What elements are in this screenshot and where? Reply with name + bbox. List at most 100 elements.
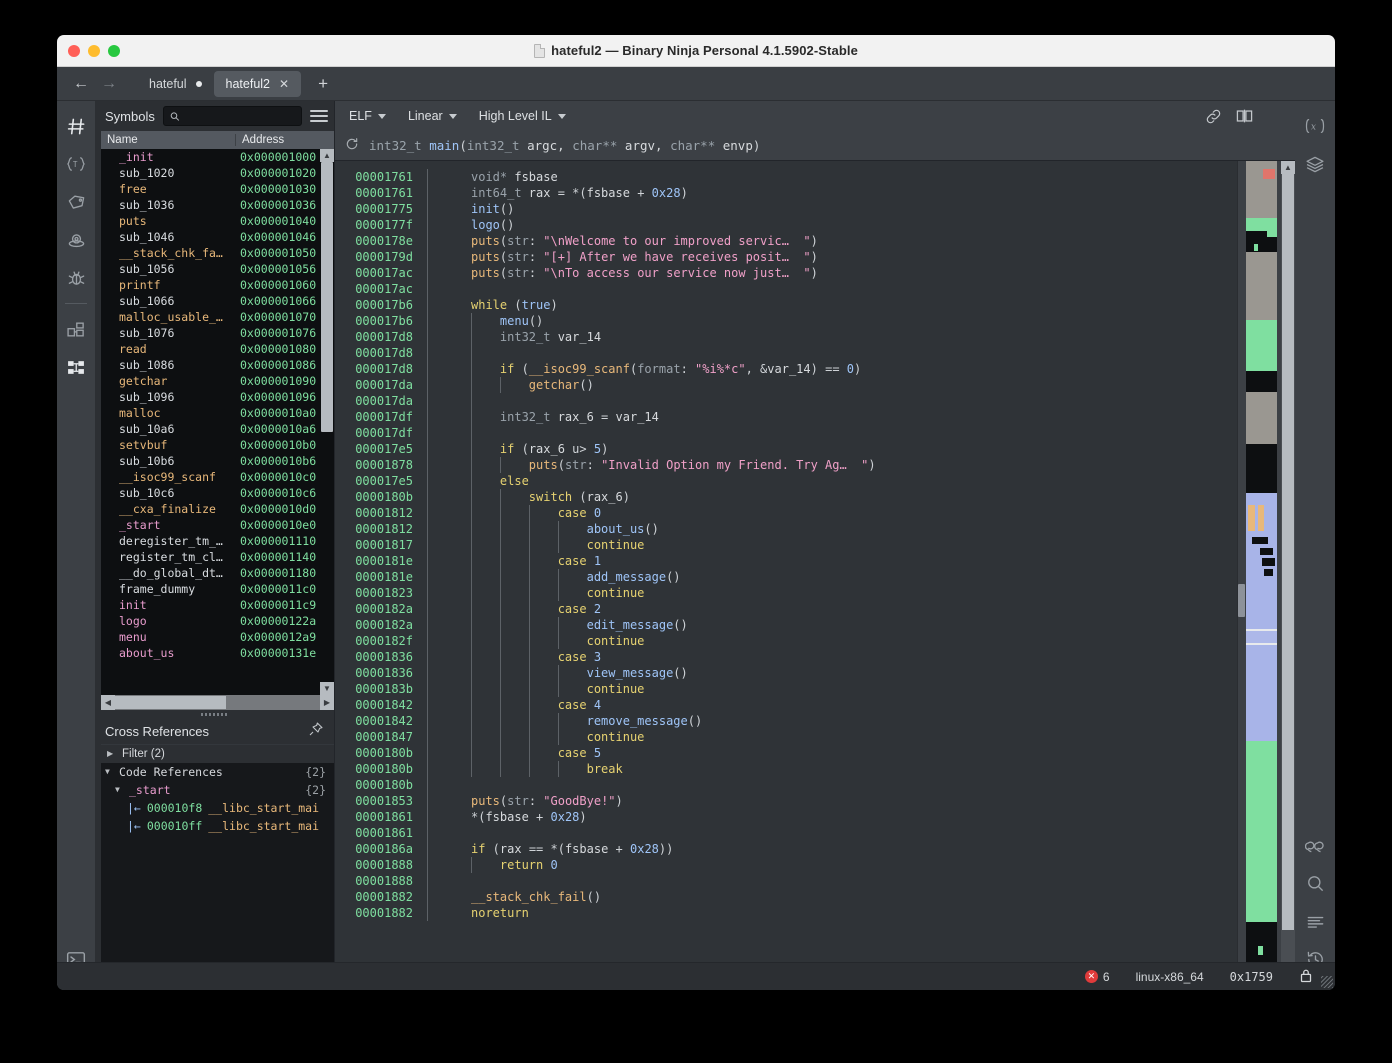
memory-map-icon[interactable]: [61, 312, 91, 346]
minimap-scrollbar[interactable]: [1238, 161, 1245, 975]
code-line-address[interactable]: 0000186a: [335, 841, 421, 857]
layers-icon[interactable]: [1300, 147, 1330, 181]
code-line[interactable]: 000017df: [335, 425, 1237, 441]
link-icon[interactable]: [1205, 108, 1222, 125]
code-line[interactable]: 000017d8: [335, 345, 1237, 361]
log-icon[interactable]: [1300, 904, 1330, 938]
symbol-row[interactable]: read 0x000001080: [101, 341, 334, 357]
code-line-address[interactable]: 00001842: [335, 713, 421, 729]
symbol-row[interactable]: about_us 0x00000131e: [101, 645, 334, 661]
code-line-address[interactable]: 0000182f: [335, 633, 421, 649]
current-address-label[interactable]: 0x1759: [1230, 970, 1273, 984]
chevron-down-icon[interactable]: ▼: [115, 781, 124, 799]
symbols-search-box[interactable]: [162, 106, 302, 126]
code-line[interactable]: 00001761 int64_t rax = *(fsbase + 0x28): [335, 185, 1237, 201]
symbol-row[interactable]: sub_1036 0x000001036: [101, 197, 334, 213]
code-line-address[interactable]: 00001882: [335, 905, 421, 921]
tab-hateful2[interactable]: hateful2 ✕: [213, 70, 302, 97]
stack-view-icon[interactable]: [61, 223, 91, 257]
symbol-row[interactable]: menu 0x0000012a9: [101, 629, 334, 645]
code-line-address[interactable]: 000017e5: [335, 473, 421, 489]
code-line-address[interactable]: 00001761: [335, 185, 421, 201]
code-line-address[interactable]: 0000181e: [335, 569, 421, 585]
code-line-address[interactable]: 000017df: [335, 409, 421, 425]
symbol-row[interactable]: getchar 0x000001090: [101, 373, 334, 389]
symbol-row[interactable]: printf 0x000001060: [101, 277, 334, 293]
code-line-address[interactable]: 00001823: [335, 585, 421, 601]
scroll-right-arrow[interactable]: ▶: [320, 695, 334, 710]
code-line-address[interactable]: 00001812: [335, 521, 421, 537]
symbol-row[interactable]: frame_dummy 0x0000011c0: [101, 581, 334, 597]
code-line[interactable]: 00001888: [335, 873, 1237, 889]
variables-icon[interactable]: x: [1300, 109, 1330, 143]
code-line-address[interactable]: 00001888: [335, 873, 421, 889]
xref-leaf-row[interactable]: |← 000010ff __libc_start_mai: [101, 817, 334, 835]
code-line-address[interactable]: 0000180b: [335, 761, 421, 777]
symbols-panel-menu-icon[interactable]: [310, 107, 328, 125]
minimize-window-button[interactable]: [88, 44, 100, 57]
scroll-track[interactable]: [115, 695, 320, 710]
code-line[interactable]: 00001812 case 0: [335, 505, 1237, 521]
symbol-row[interactable]: register_tm_cl… 0x000001140: [101, 549, 334, 565]
back-button[interactable]: ←: [67, 72, 95, 96]
scroll-thumb[interactable]: [115, 696, 226, 709]
il-level-dropdown[interactable]: High Level IL: [479, 109, 566, 123]
code-line[interactable]: 0000179d puts(str: "[+] After we have rec…: [335, 249, 1237, 265]
code-line[interactable]: 00001861 *(fsbase + 0x28): [335, 809, 1237, 825]
symbol-row[interactable]: __stack_chk_fa… 0x000001050: [101, 245, 334, 261]
code-line[interactable]: 000017ac: [335, 281, 1237, 297]
code-line[interactable]: 0000182f continue: [335, 633, 1237, 649]
code-line[interactable]: 00001882 __stack_chk_fail(): [335, 889, 1237, 905]
scroll-down-arrow[interactable]: ▼: [320, 682, 334, 695]
symbol-row[interactable]: sub_10c6 0x0000010c6: [101, 485, 334, 501]
symbol-row[interactable]: _start 0x0000010e0: [101, 517, 334, 533]
code-line-address[interactable]: 000017ac: [335, 281, 421, 297]
code-view-menu-icon[interactable]: [1267, 107, 1285, 125]
comments-icon[interactable]: [1300, 828, 1330, 862]
tags-icon[interactable]: [61, 185, 91, 219]
xref-filter-row[interactable]: ▶ Filter (2): [101, 745, 334, 763]
lock-icon[interactable]: [1299, 968, 1313, 986]
code-line[interactable]: 0000181e case 1: [335, 553, 1237, 569]
code-line-address[interactable]: 00001878: [335, 457, 421, 473]
code-line-address[interactable]: 0000180b: [335, 777, 421, 793]
code-line-address[interactable]: 0000180b: [335, 745, 421, 761]
code-line-address[interactable]: 00001812: [335, 505, 421, 521]
symbol-row[interactable]: sub_1046 0x000001046: [101, 229, 334, 245]
code-line[interactable]: 00001861: [335, 825, 1237, 841]
code-line-address[interactable]: 0000182a: [335, 601, 421, 617]
code-scroll-region[interactable]: 00001761 void* fsbase 00001761 int64_t rax …: [335, 161, 1237, 975]
code-line[interactable]: 00001823 continue: [335, 585, 1237, 601]
code-line[interactable]: 0000183b continue: [335, 681, 1237, 697]
code-line[interactable]: 00001836 view_message(): [335, 665, 1237, 681]
code-line[interactable]: 000017df int32_t rax_6 = var_14: [335, 409, 1237, 425]
code-line[interactable]: 000017b6 while (true): [335, 297, 1237, 313]
code-line[interactable]: 00001847 continue: [335, 729, 1237, 745]
code-line[interactable]: 0000180b: [335, 777, 1237, 793]
column-header-address[interactable]: Address: [236, 134, 320, 146]
window-controls[interactable]: [68, 44, 120, 57]
code-line-address[interactable]: 00001861: [335, 809, 421, 825]
scroll-thumb[interactable]: [1282, 174, 1294, 931]
code-line-address[interactable]: 00001853: [335, 793, 421, 809]
minimap-scroll-thumb[interactable]: [1238, 584, 1245, 617]
cross-references-icon[interactable]: [61, 350, 91, 384]
code-line-address[interactable]: 0000177f: [335, 217, 421, 233]
code-line-address[interactable]: 0000179d: [335, 249, 421, 265]
code-line[interactable]: 00001775 init(): [335, 201, 1237, 217]
code-line[interactable]: 00001878 puts(str: "Invalid Option my Fr…: [335, 457, 1237, 473]
symbol-row[interactable]: __cxa_finalize 0x0000010d0: [101, 501, 334, 517]
symbols-horizontal-scrollbar[interactable]: ◀ ▶: [101, 695, 334, 710]
code-line-address[interactable]: 000017b6: [335, 313, 421, 329]
symbols-icon[interactable]: [61, 109, 91, 143]
code-line-address[interactable]: 0000178e: [335, 233, 421, 249]
code-line[interactable]: 0000186a if (rax == *(fsbase + 0x28)): [335, 841, 1237, 857]
symbol-row[interactable]: malloc 0x0000010a0: [101, 405, 334, 421]
chevron-right-icon[interactable]: ▶: [107, 745, 116, 763]
code-line[interactable]: 0000178e puts(str: "\nWelcome to our impr…: [335, 233, 1237, 249]
scroll-up-arrow[interactable]: ▲: [1281, 161, 1295, 174]
code-line[interactable]: 00001882 noreturn: [335, 905, 1237, 921]
code-vertical-scrollbar[interactable]: ▲ ▼: [1281, 161, 1295, 975]
panel-splitter[interactable]: [95, 710, 334, 718]
symbols-vertical-scrollbar[interactable]: ▲ ▼: [320, 149, 334, 695]
